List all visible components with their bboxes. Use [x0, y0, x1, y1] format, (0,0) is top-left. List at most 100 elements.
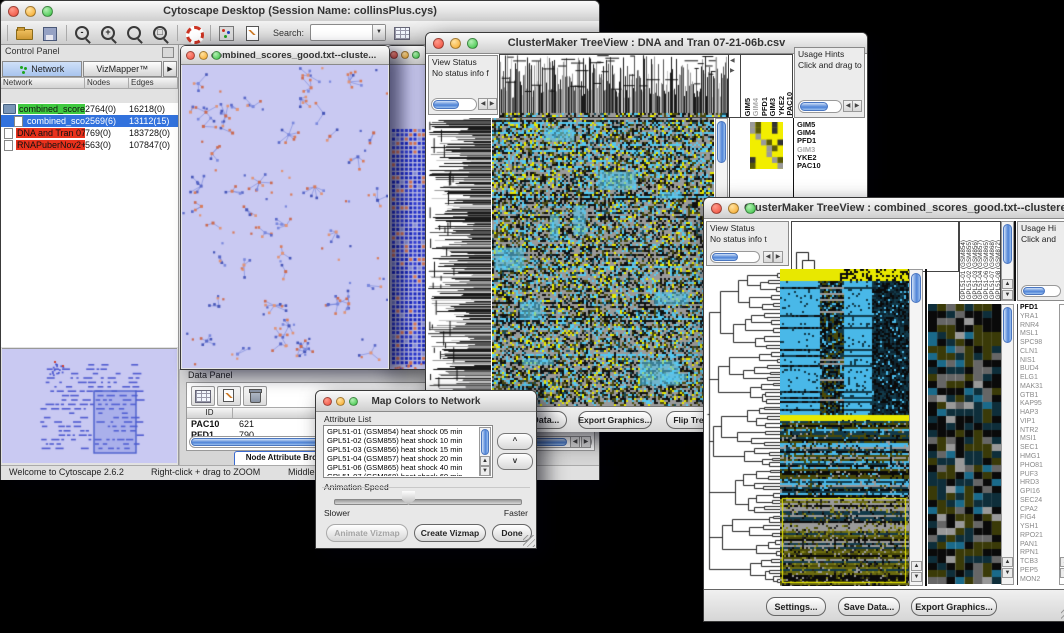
gene-list-scrollbar[interactable]: ▲ ▼: [1001, 304, 1014, 585]
zoom-button[interactable]: [745, 203, 756, 214]
horizontal-scrollbar[interactable]: [710, 251, 760, 263]
column-header-network[interactable]: Network: [1, 77, 85, 89]
scrollbar-thumb[interactable]: [712, 253, 738, 261]
scroll-down-icon[interactable]: ▼: [911, 572, 922, 582]
animate-vizmap-button[interactable]: Animate Vizmap: [326, 524, 408, 542]
attribute-list-item[interactable]: GPL51-04 (GSM857) heat shock 20 min: [325, 454, 478, 463]
close-button[interactable]: [186, 51, 195, 60]
minimize-button[interactable]: [401, 51, 409, 59]
save-data-button[interactable]: Save Data...: [838, 597, 900, 616]
scrollbar-thumb[interactable]: [1003, 224, 1012, 264]
tab-overflow-arrow[interactable]: ▶: [163, 61, 177, 77]
close-button[interactable]: [390, 51, 398, 59]
vertical-scrollbar[interactable]: ▲ ▼: [909, 269, 923, 586]
zoom-out-icon[interactable]: -: [73, 24, 93, 42]
network-canvas[interactable]: [388, 65, 426, 369]
attribute-list-item[interactable]: GPL51-01 (GSM854) heat shock 05 min: [325, 427, 478, 436]
treeview2-titlebar[interactable]: ClusterMaker TreeView : combined_scores_…: [704, 198, 1064, 219]
save-icon[interactable]: [40, 24, 60, 42]
attribute-list-item[interactable]: GPL51-03 (GSM856) heat shock 15 min: [325, 445, 478, 454]
scroll-down-icon[interactable]: ▼: [480, 466, 490, 476]
attribute-list-item[interactable]: GPL51-02 (GSM855) heat shock 10 min: [325, 436, 478, 445]
tab-network[interactable]: Network: [2, 61, 82, 77]
attribute-list-item[interactable]: GPL51-07 (GSM868) heat shock 60 min: [325, 472, 478, 476]
horizontal-scrollbar[interactable]: [798, 100, 842, 113]
scrollbar-thumb[interactable]: [1003, 307, 1012, 343]
column-header-id[interactable]: ID: [187, 407, 233, 419]
scrollbar-thumb[interactable]: [800, 102, 828, 111]
new-document-icon[interactable]: [217, 386, 241, 406]
scroll-down-icon[interactable]: ▼: [1002, 290, 1013, 300]
minimize-button[interactable]: [336, 397, 345, 406]
export-graphics-button[interactable]: Export Graphics...: [911, 597, 997, 616]
scroll-left-icon[interactable]: ◀: [763, 251, 773, 263]
scroll-right-icon[interactable]: ▶: [773, 251, 783, 263]
close-button[interactable]: [433, 38, 444, 49]
scroll-up-icon[interactable]: ▲: [911, 561, 922, 571]
main-titlebar[interactable]: Cytoscape Desktop (Session Name: collins…: [1, 1, 599, 22]
side-scrollbar[interactable]: ▲ ▼: [1059, 304, 1064, 585]
scroll-up-icon[interactable]: ▲: [1060, 557, 1064, 567]
search-input[interactable]: ▼: [310, 24, 386, 41]
export-graphics-button[interactable]: Export Graphics...: [578, 411, 652, 429]
float-panel-icon[interactable]: [162, 47, 174, 58]
network2-titlebar[interactable]: [387, 46, 427, 65]
network-tree-row[interactable]: combined_sco2569(6)13112(15): [1, 115, 178, 127]
network-tree-row[interactable]: DNA and Tran 07769(0)183728(0): [1, 127, 178, 139]
minimize-button[interactable]: [728, 203, 739, 214]
resize-grip[interactable]: [523, 535, 535, 547]
create-vizmap-button[interactable]: Create Vizmap: [414, 524, 486, 542]
heatmap-canvas[interactable]: [492, 118, 714, 406]
scrollbar-thumb[interactable]: [481, 429, 489, 455]
heatmap-canvas[interactable]: [780, 269, 909, 586]
attribute-list-item[interactable]: GPL51-06 (GSM865) heat shock 40 min: [325, 463, 478, 472]
attribute-table-icon[interactable]: [392, 24, 412, 42]
scroll-right-icon[interactable]: ▶: [581, 436, 591, 448]
scroll-right-icon[interactable]: ▶: [487, 98, 497, 110]
tab-vizmapper[interactable]: VizMapper™: [83, 61, 163, 77]
row-dendrogram-canvas[interactable]: [428, 118, 491, 406]
zoom-button[interactable]: [412, 51, 420, 59]
mini-heatmap-canvas[interactable]: [750, 122, 783, 169]
column-header-nodes[interactable]: Nodes: [85, 77, 129, 89]
scroll-right-icon[interactable]: ▶: [730, 67, 735, 74]
scrollbar-thumb[interactable]: [433, 100, 459, 109]
minimize-button[interactable]: [25, 6, 36, 17]
column-dendrogram-canvas[interactable]: [792, 222, 958, 271]
column-dendrogram-canvas[interactable]: [500, 55, 728, 117]
close-button[interactable]: [323, 397, 332, 406]
settings-button[interactable]: Settings...: [766, 597, 826, 616]
attribute-listbox[interactable]: GPL51-01 (GSM854) heat shock 05 minGPL51…: [323, 425, 493, 478]
chevron-down-icon[interactable]: ▼: [372, 25, 385, 40]
zoom-button[interactable]: [467, 38, 478, 49]
close-button[interactable]: [8, 6, 19, 17]
delete-icon[interactable]: [243, 386, 267, 406]
row-dendrogram-canvas[interactable]: [706, 269, 780, 586]
move-down-button[interactable]: v: [497, 453, 533, 470]
dialog-titlebar[interactable]: Map Colors to Network: [316, 391, 536, 412]
horizontal-scrollbar[interactable]: [431, 98, 477, 111]
minimize-button[interactable]: [450, 38, 461, 49]
scroll-left-icon[interactable]: ◀: [570, 436, 580, 448]
scroll-up-icon[interactable]: ▲: [1002, 557, 1013, 567]
scrollbar-thumb[interactable]: [911, 273, 921, 303]
vizmapper-icon[interactable]: [217, 24, 237, 42]
minimize-button[interactable]: [199, 51, 208, 60]
scroll-up-icon[interactable]: ▲: [1002, 279, 1013, 289]
help-icon[interactable]: [184, 24, 204, 42]
zoom-button[interactable]: [212, 51, 221, 60]
overview-canvas[interactable]: [2, 349, 176, 461]
annotation-icon[interactable]: [243, 24, 263, 42]
horizontal-scrollbar[interactable]: [1021, 285, 1061, 297]
open-file-icon[interactable]: [14, 24, 34, 42]
zoom-in-icon[interactable]: +: [99, 24, 119, 42]
array-labels-scrollbar[interactable]: ▲ ▼: [1001, 221, 1014, 301]
move-up-button[interactable]: ^: [497, 433, 533, 450]
animation-speed-slider[interactable]: [334, 499, 522, 505]
network-tree-row[interactable]: combined_scores2764(0)16218(0): [1, 103, 178, 115]
scroll-down-icon[interactable]: ▼: [1002, 568, 1013, 578]
zoom-button[interactable]: [42, 6, 53, 17]
mini-heatmap-canvas[interactable]: [928, 304, 1001, 584]
network-tree-row[interactable]: RNAPuberNov2+563(0)107847(0): [1, 139, 178, 151]
scrollbar-thumb[interactable]: [1023, 287, 1045, 295]
